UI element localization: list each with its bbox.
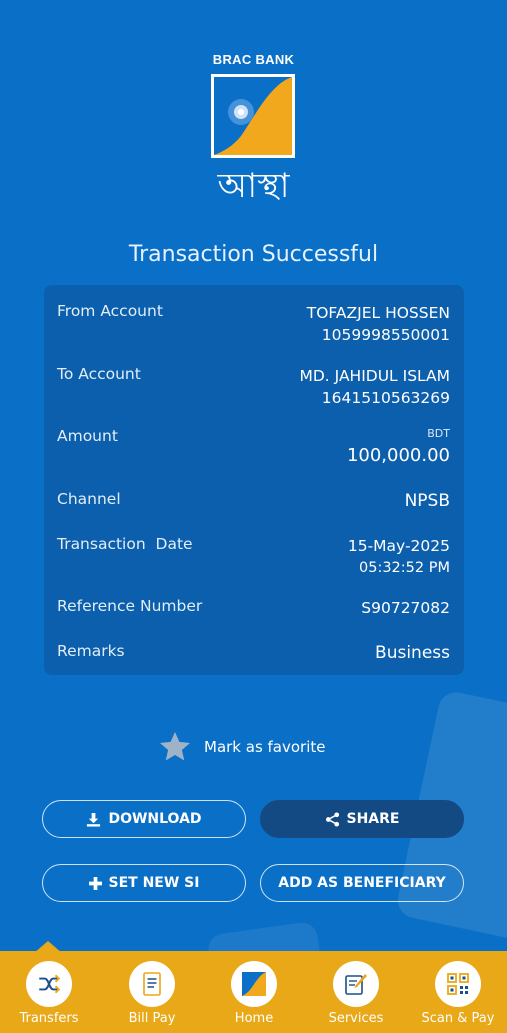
- download-button[interactable]: DOWNLOAD: [42, 800, 246, 838]
- nav-label: Services: [328, 1011, 384, 1026]
- brac-bank-logo-icon: [211, 74, 295, 158]
- nav-item-bill-pay[interactable]: Bill Pay: [104, 961, 200, 1026]
- nav-item-transfers[interactable]: Transfers: [1, 961, 97, 1026]
- page-title: Transaction Successful: [128, 242, 379, 267]
- nav-label: Bill Pay: [128, 1011, 176, 1026]
- services-icon: [333, 961, 379, 1007]
- detail-label: Remarks: [57, 642, 125, 660]
- plus-icon: [88, 876, 102, 890]
- nav-label: Scan & Pay: [421, 1011, 495, 1026]
- download-label: DOWNLOAD: [108, 811, 202, 827]
- detail-value: MD. JAHIDUL ISLAM 1641510563269: [299, 365, 450, 409]
- date-value: 15-May-2025: [347, 537, 450, 555]
- nav-item-home[interactable]: Home: [206, 961, 302, 1026]
- add-beneficiary-label: ADD AS BENEFICIARY: [278, 875, 446, 891]
- mark-as-favorite[interactable]: Mark as favorite: [156, 728, 326, 766]
- nav-item-services[interactable]: Services: [308, 961, 404, 1026]
- add-as-beneficiary-button[interactable]: ADD AS BENEFICIARY: [260, 864, 464, 902]
- set-new-si-label: SET NEW SI: [108, 875, 200, 891]
- amount-value: 100,000.00: [346, 445, 450, 466]
- download-icon: [87, 812, 101, 827]
- favorite-label: Mark as favorite: [204, 738, 326, 756]
- account-name: MD. JAHIDUL ISLAM: [299, 367, 450, 385]
- detail-label: To Account: [57, 365, 141, 383]
- detail-value: NPSB: [404, 491, 450, 511]
- detail-value: TOFAZJEL HOSSEN 1059998550001: [307, 302, 450, 346]
- detail-label: Channel: [57, 490, 121, 508]
- detail-label: Transaction Date: [57, 535, 193, 553]
- set-new-si-button[interactable]: SET NEW SI: [42, 864, 246, 902]
- bottom-navigation: Transfers Bill Pay Home Services Scan & …: [0, 951, 507, 1033]
- account-number: 1059998550001: [321, 326, 450, 344]
- nav-label: Transfers: [19, 1011, 79, 1026]
- share-button[interactable]: SHARE: [260, 800, 464, 838]
- share-label: SHARE: [346, 811, 400, 827]
- product-name: আস্থা: [217, 166, 290, 206]
- transaction-details-card: From Account TOFAZJEL HOSSEN 10599985500…: [44, 285, 464, 675]
- detail-value: 15-May-2025 05:32:52 PM: [348, 535, 450, 579]
- bill-icon: [129, 961, 175, 1007]
- detail-label: Reference Number: [57, 597, 203, 615]
- qr-icon: [435, 961, 481, 1007]
- currency-code: BDT: [427, 427, 450, 440]
- detail-value: S90727082: [361, 599, 450, 617]
- star-icon: [160, 732, 190, 761]
- brand-name: BRAC BANK: [212, 52, 295, 67]
- detail-value: BDT 100,000.00: [347, 423, 450, 467]
- time-value: 05:32:52 PM: [359, 560, 450, 576]
- brand-header: BRAC BANK: [0, 52, 507, 67]
- nav-item-scan-pay[interactable]: Scan & Pay: [410, 961, 506, 1026]
- detail-label: From Account: [57, 302, 163, 320]
- account-name: TOFAZJEL HOSSEN: [306, 304, 450, 322]
- account-number: 1641510563269: [321, 389, 450, 407]
- shuffle-icon: [26, 961, 72, 1007]
- detail-value: Business: [375, 643, 450, 663]
- share-icon: [325, 811, 339, 827]
- home-logo-icon: [231, 961, 277, 1007]
- detail-label: Amount: [57, 427, 118, 445]
- nav-label: Home: [234, 1011, 274, 1026]
